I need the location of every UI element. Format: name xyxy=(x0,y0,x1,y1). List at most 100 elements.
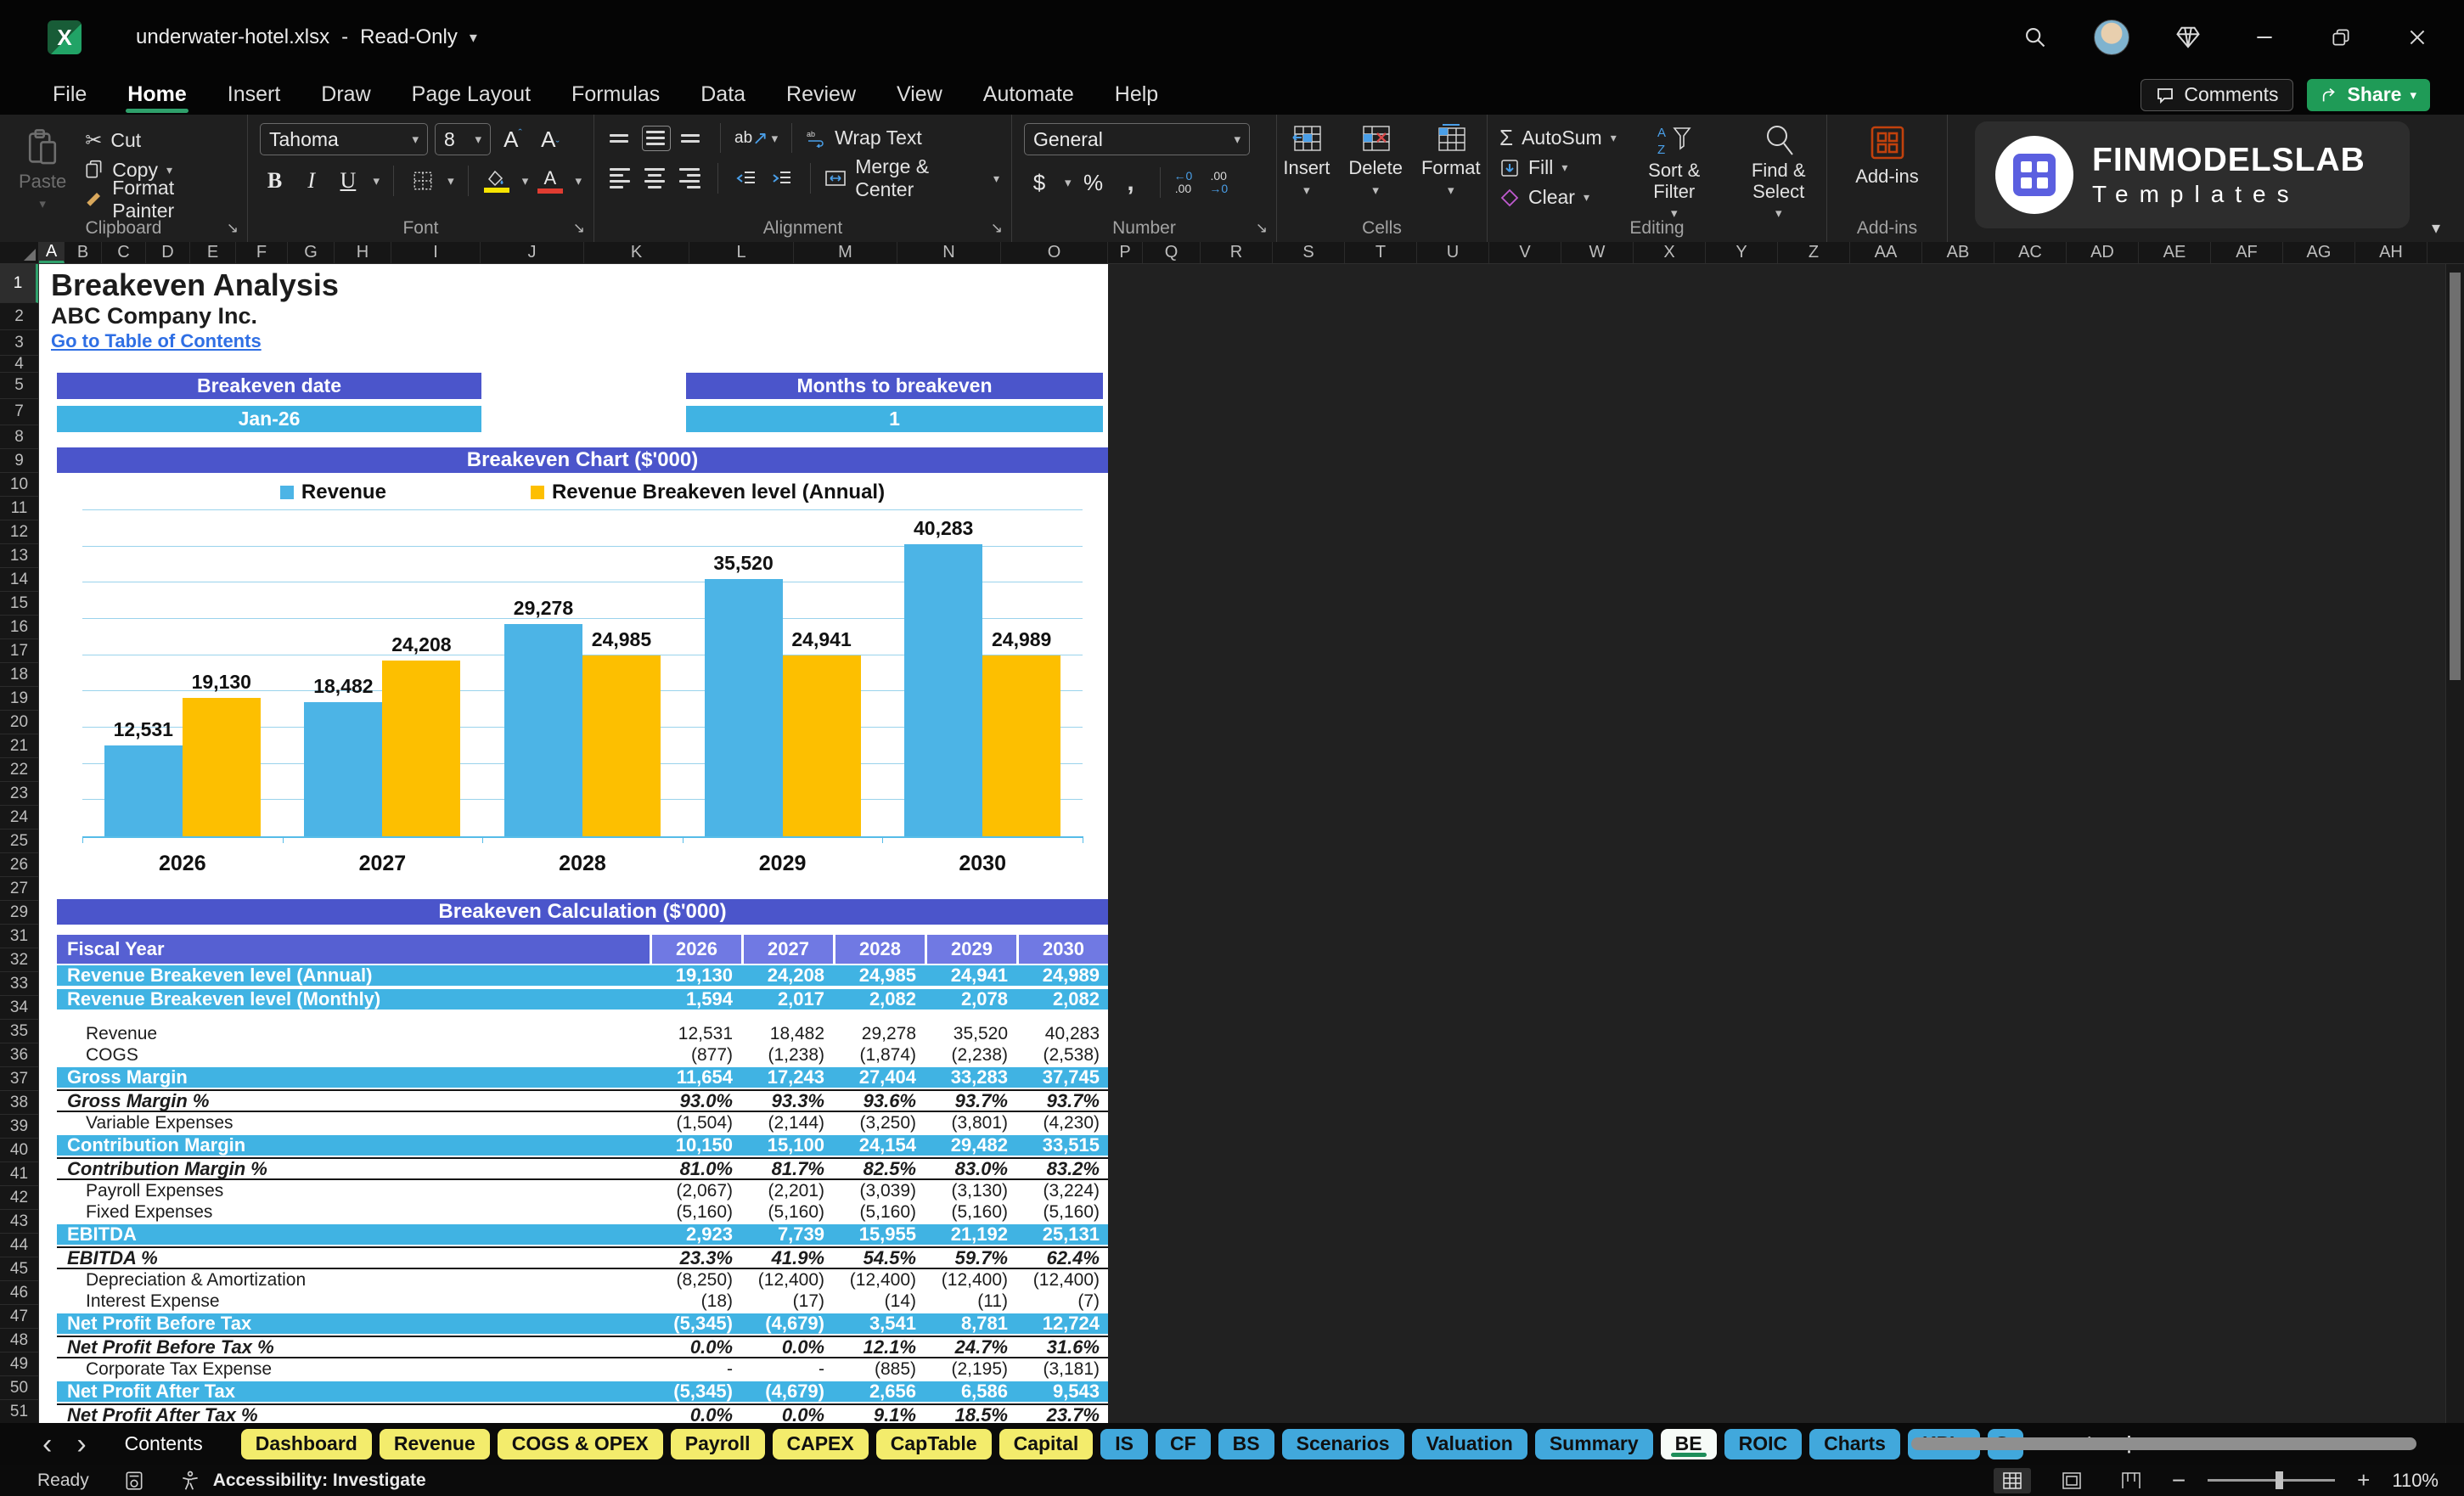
collapse-ribbon-chevron-icon[interactable]: ▾ xyxy=(2432,217,2440,239)
value-cell[interactable]: (3,250) xyxy=(833,1113,925,1133)
column-header-h[interactable]: H xyxy=(335,242,391,263)
value-cell[interactable]: (5,345) xyxy=(650,1381,741,1403)
close-button[interactable] xyxy=(2391,12,2444,63)
value-cell[interactable]: (4,230) xyxy=(1016,1113,1108,1133)
row-header-18[interactable]: 18 xyxy=(0,663,38,687)
value-cell[interactable]: 18,482 xyxy=(741,1024,833,1044)
value-cell[interactable]: 33,515 xyxy=(1016,1134,1108,1156)
bar-revenue-breakeven-level-annual[interactable] xyxy=(982,655,1061,836)
value-cell[interactable]: (12,400) xyxy=(741,1270,833,1291)
column-header-ac[interactable]: AC xyxy=(1994,242,2067,263)
value-cell[interactable]: 21,192 xyxy=(925,1223,1016,1246)
row-header-48[interactable]: 48 xyxy=(0,1329,38,1353)
row-header-9[interactable]: 9 xyxy=(0,449,38,473)
share-button[interactable]: Share ▾ xyxy=(2306,78,2430,111)
vertical-scrollbar[interactable] xyxy=(2445,264,2464,1423)
row-header-25[interactable]: 25 xyxy=(0,830,38,853)
value-cell[interactable]: 24,154 xyxy=(833,1134,925,1156)
column-header-f[interactable]: F xyxy=(236,242,288,263)
row-header-27[interactable]: 27 xyxy=(0,877,38,901)
sheet-tab-captable[interactable]: CapTable xyxy=(875,1428,992,1459)
column-header-e[interactable]: E xyxy=(190,242,236,263)
addins-button[interactable]: Add-ins xyxy=(1839,123,1935,188)
value-cell[interactable]: 24.7% xyxy=(925,1336,1016,1358)
value-cell[interactable]: 0.0% xyxy=(650,1336,741,1358)
row-header-24[interactable]: 24 xyxy=(0,806,38,830)
bar-revenue[interactable] xyxy=(304,702,383,836)
value-cell[interactable]: 19,130 xyxy=(650,965,741,987)
row-header-10[interactable]: 10 xyxy=(0,473,38,497)
value-cell[interactable]: (885) xyxy=(833,1359,925,1380)
chevron-down-icon[interactable]: ▾ xyxy=(1065,175,1072,190)
row-label-cell[interactable]: EBITDA xyxy=(57,1223,650,1246)
value-cell[interactable]: (3,801) xyxy=(925,1113,1016,1133)
value-cell[interactable]: 2,923 xyxy=(650,1223,741,1246)
value-cell[interactable]: 93.0% xyxy=(650,1090,741,1112)
value-cell[interactable]: (18) xyxy=(650,1291,741,1312)
vertical-scrollbar-thumb[interactable] xyxy=(2450,273,2461,680)
avatar[interactable] xyxy=(2085,12,2138,63)
align-middle-button[interactable] xyxy=(642,125,671,151)
calc-table-title-bar[interactable]: Breakeven Calculation ($'000) xyxy=(57,899,1108,925)
row-header-23[interactable]: 23 xyxy=(0,782,38,806)
row-header-1[interactable]: 1 xyxy=(0,264,38,303)
value-cell[interactable]: 2,082 xyxy=(1016,988,1108,1010)
ribbon-tab-home[interactable]: Home xyxy=(107,75,206,115)
ribbon-tab-data[interactable]: Data xyxy=(680,75,766,115)
sheet-tab-charts[interactable]: Charts xyxy=(1809,1428,1900,1459)
value-cell[interactable]: 24,985 xyxy=(833,965,925,987)
value-cell[interactable]: 2,078 xyxy=(925,988,1016,1010)
font-size-select[interactable]: 8 ▾ xyxy=(435,123,491,155)
sheet-tab-revenue[interactable]: Revenue xyxy=(379,1428,490,1459)
sort-filter-button[interactable]: AZ Sort & Filter ▾ xyxy=(1625,123,1724,221)
ribbon-tab-page-layout[interactable]: Page Layout xyxy=(391,75,551,115)
column-header-k[interactable]: K xyxy=(584,242,689,263)
column-header-c[interactable]: C xyxy=(102,242,146,263)
wrap-text-button[interactable]: ab Wrap Text xyxy=(806,123,922,153)
row-header-17[interactable]: 17 xyxy=(0,639,38,663)
column-header-o[interactable]: O xyxy=(1001,242,1108,263)
value-cell[interactable]: (4,679) xyxy=(741,1381,833,1403)
value-cell[interactable]: (3,181) xyxy=(1016,1359,1108,1380)
value-cell[interactable]: 2,656 xyxy=(833,1381,925,1403)
chevron-down-icon[interactable]: ▾ xyxy=(447,173,454,188)
value-cell[interactable]: (8,250) xyxy=(650,1270,741,1291)
column-header-w[interactable]: W xyxy=(1561,242,1634,263)
read-only-label[interactable]: Read-Only xyxy=(360,25,458,49)
breakeven-date-header-cell[interactable]: Breakeven date xyxy=(57,373,481,399)
ribbon-tab-insert[interactable]: Insert xyxy=(207,75,301,115)
fill-button[interactable]: Fill ▾ xyxy=(1499,153,1617,183)
column-header-x[interactable]: X xyxy=(1634,242,1706,263)
column-header-t[interactable]: T xyxy=(1345,242,1417,263)
value-cell[interactable]: 18.5% xyxy=(925,1404,1016,1424)
value-cell[interactable]: (14) xyxy=(833,1291,925,1312)
number-format-select[interactable]: General ▾ xyxy=(1024,123,1250,155)
column-header-z[interactable]: Z xyxy=(1778,242,1850,263)
accessibility-icon[interactable] xyxy=(179,1470,201,1492)
value-cell[interactable]: 29,482 xyxy=(925,1134,1016,1156)
value-cell[interactable]: 0.0% xyxy=(650,1404,741,1424)
bar-revenue[interactable] xyxy=(503,624,582,836)
bar-revenue[interactable] xyxy=(104,745,183,836)
sheet-tab-payroll[interactable]: Payroll xyxy=(670,1428,765,1459)
row-header-46[interactable]: 46 xyxy=(0,1281,38,1305)
row-header-11[interactable]: 11 xyxy=(0,497,38,520)
value-cell[interactable]: 2,082 xyxy=(833,988,925,1010)
clipboard-dialog-launcher[interactable]: ↘ xyxy=(227,220,239,237)
sheet-tab-contents[interactable]: Contents xyxy=(103,1429,225,1459)
zoom-slider[interactable] xyxy=(2208,1471,2336,1489)
row-header-26[interactable]: 26 xyxy=(0,853,38,877)
restore-button[interactable] xyxy=(2315,12,2367,63)
sheet-tab-dashboard[interactable]: Dashboard xyxy=(240,1428,372,1459)
minimize-button[interactable] xyxy=(2238,12,2291,63)
normal-view-button[interactable] xyxy=(1993,1467,2031,1493)
sheet-tab-capex[interactable]: CAPEX xyxy=(772,1428,869,1459)
value-cell[interactable]: 24,941 xyxy=(925,965,1016,987)
row-header-38[interactable]: 38 xyxy=(0,1091,38,1115)
next-sheet-arrow[interactable]: › xyxy=(68,1430,94,1459)
sheet-tab-be[interactable]: BE xyxy=(1660,1428,1717,1459)
value-cell[interactable]: (1,504) xyxy=(650,1113,741,1133)
ribbon-tab-help[interactable]: Help xyxy=(1094,75,1179,115)
column-header-v[interactable]: V xyxy=(1489,242,1561,263)
row-label-cell[interactable]: Payroll Expenses xyxy=(57,1181,650,1201)
